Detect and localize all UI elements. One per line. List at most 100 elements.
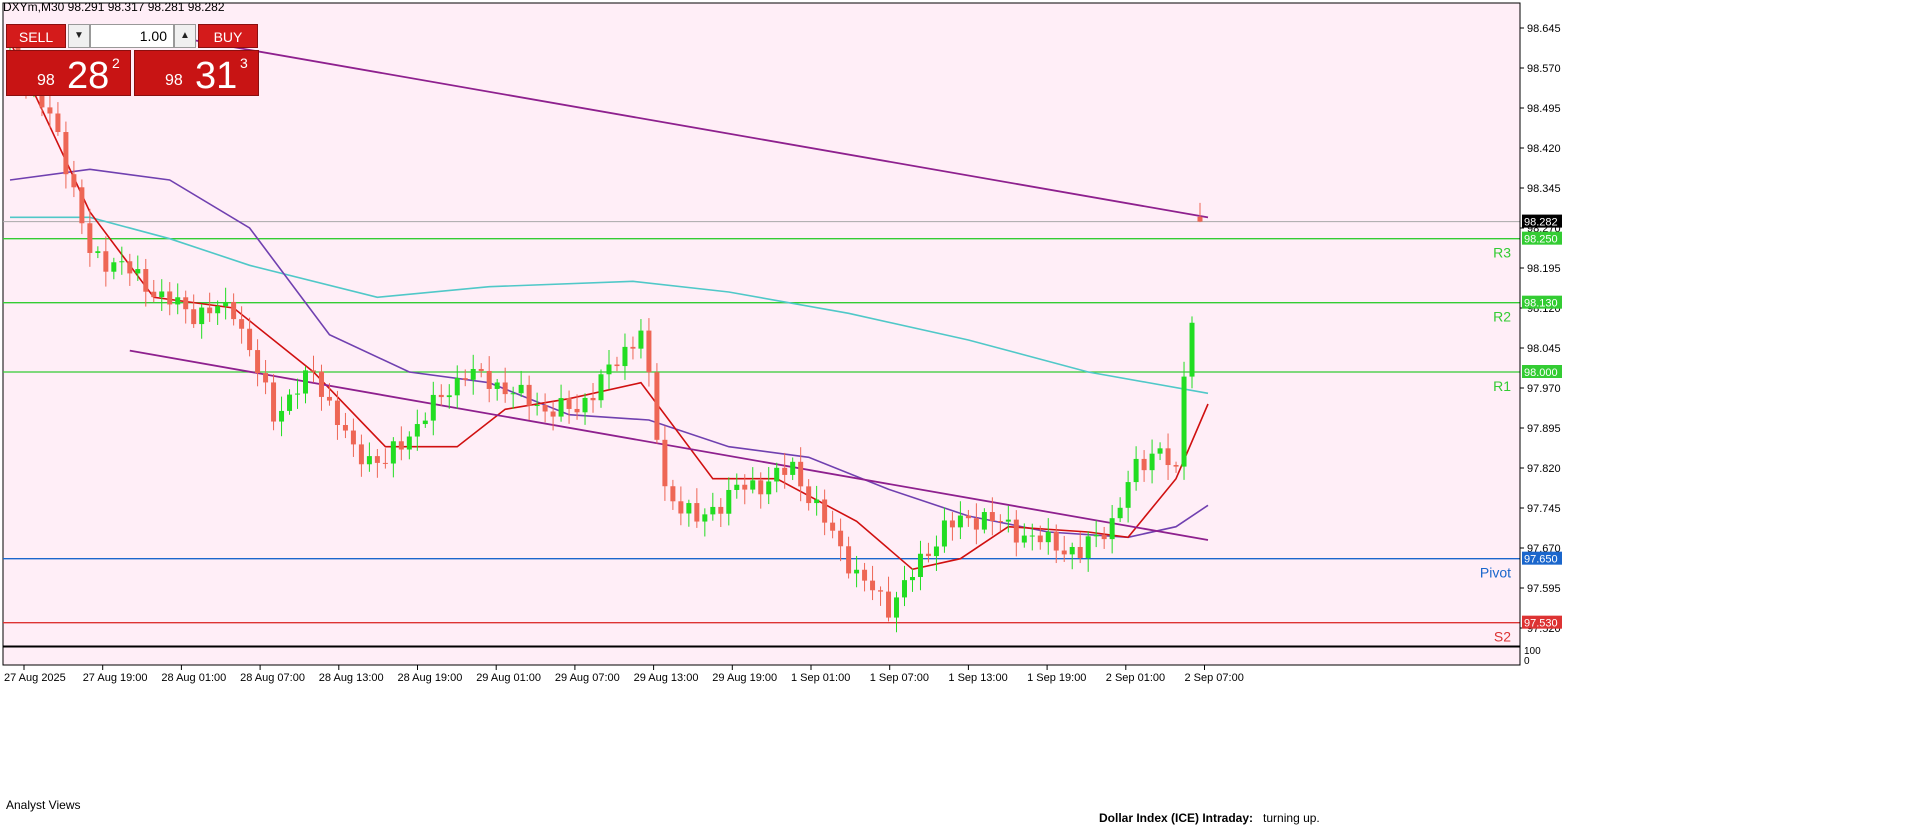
time-tick-label: 1 Sep 07:00 [870, 672, 929, 684]
sell-price-box[interactable]: 98 28 2 [6, 50, 131, 97]
candle-body [358, 444, 364, 465]
candle-body [558, 398, 564, 417]
candle-body [390, 441, 396, 464]
subwindow-label: Analyst Views [6, 798, 81, 812]
candle-body [183, 297, 189, 310]
candle-body [989, 512, 995, 522]
price-tick-label: 98.195 [1527, 263, 1561, 275]
candle-body [350, 430, 356, 445]
chart-title: DXYm,M30 98.291 98.317 98.281 98.282 [3, 0, 225, 14]
candle-body [822, 499, 828, 523]
candle-body [1165, 448, 1171, 466]
candle-body [438, 394, 444, 398]
candle-body [1037, 535, 1043, 543]
candle-body [742, 484, 748, 490]
price-tick-label: 97.895 [1527, 423, 1561, 435]
candle-body [886, 591, 892, 618]
buy-price-box[interactable]: 98 31 3 [134, 50, 259, 97]
candle-body [510, 393, 516, 395]
candle-body [111, 262, 117, 272]
candle-body [398, 441, 404, 450]
candle-body [750, 480, 756, 490]
buy-price-sup: 3 [240, 55, 248, 71]
time-tick-label: 1 Sep 01:00 [791, 672, 850, 684]
candle-body [47, 107, 53, 114]
price-tick-label: 97.745 [1527, 503, 1561, 515]
level-label-s2: S2 [1494, 629, 1511, 645]
buy-button[interactable]: BUY [198, 24, 258, 48]
candle-body [1133, 458, 1139, 483]
candle-body [430, 394, 436, 421]
time-tick-label: 2 Sep 01:00 [1106, 672, 1165, 684]
candle-body [790, 461, 796, 475]
subwindow-tick-label: 0 [1524, 656, 1530, 667]
candle-body [862, 569, 868, 581]
candle-body [494, 382, 500, 389]
analyst-note: Dollar Index (ICE) Intraday: turning up. [1099, 811, 1320, 825]
candle-body [878, 590, 884, 592]
candle-body [654, 372, 660, 440]
candle-body [374, 456, 380, 463]
candle-body [167, 291, 173, 305]
candle-body [606, 364, 612, 375]
candle-body [566, 398, 572, 409]
time-tick-label: 27 Aug 2025 [4, 672, 66, 684]
level-label-r1: R1 [1493, 378, 1511, 394]
candle-body [574, 408, 580, 413]
candle-body [1029, 535, 1035, 537]
volume-increase-button[interactable]: ▲ [174, 24, 196, 48]
candle-body [582, 397, 588, 413]
candle-body [1197, 216, 1203, 222]
candle-body [997, 521, 1003, 523]
price-tick-label: 98.345 [1527, 183, 1561, 195]
candle-body [247, 328, 253, 351]
volume-decrease-button[interactable]: ▼ [68, 24, 90, 48]
candle-body [191, 309, 197, 325]
sell-price-prefix: 98 [37, 72, 55, 89]
candle-body [231, 301, 237, 320]
price-tick-label: 98.420 [1527, 143, 1561, 155]
candle-body [1157, 448, 1163, 454]
candle-body [255, 350, 261, 374]
candle-body [1181, 376, 1187, 467]
candle-body [1173, 465, 1179, 467]
candle-body [79, 187, 85, 224]
candle-body [758, 480, 764, 495]
price-axis[interactable]: 98.64598.57098.49598.42098.34598.27098.1… [1519, 3, 1562, 667]
price-chart[interactable]: R3 R2 R1 Pivot S2 98.645 98.570 98.495 98.420 98… [0, 0, 1916, 840]
candle-body [334, 400, 340, 426]
candle-body [318, 371, 324, 397]
candle-body [478, 368, 484, 371]
candle-body [806, 486, 812, 504]
candle-body [894, 597, 900, 618]
candle-body [726, 489, 732, 514]
candle-body [550, 411, 556, 417]
level-label-pivot: Pivot [1480, 565, 1511, 581]
time-axis[interactable]: 27 Aug 2025 27 Aug 19:00 28 Aug 01:00 28 Au… [4, 665, 1244, 684]
candle-body [263, 373, 269, 383]
candle-body [774, 467, 780, 482]
candle-body [933, 546, 939, 557]
candle-body [454, 378, 460, 396]
candle-body [1189, 322, 1195, 377]
candle-body [159, 291, 165, 298]
candle-body [718, 506, 724, 514]
level-price-tag-label: 98.130 [1524, 298, 1558, 310]
time-tick-label: 1 Sep 13:00 [948, 672, 1007, 684]
candle-body [103, 251, 109, 272]
candle-body [710, 506, 716, 515]
time-tick-label: 29 Aug 01:00 [476, 672, 541, 684]
candle-body [422, 420, 428, 425]
price-tick-label: 98.495 [1527, 103, 1561, 115]
candle-body [87, 223, 93, 253]
price-tick-label: 98.645 [1527, 23, 1561, 35]
candle-body [678, 501, 684, 514]
sell-button[interactable]: SELL [6, 24, 66, 48]
candle-body [406, 436, 412, 450]
volume-input[interactable] [90, 24, 174, 48]
candle-body [622, 346, 628, 367]
price-tick-label: 97.820 [1527, 463, 1561, 475]
candle [654, 363, 660, 444]
candle-body [973, 518, 979, 530]
candle-body [303, 370, 309, 394]
